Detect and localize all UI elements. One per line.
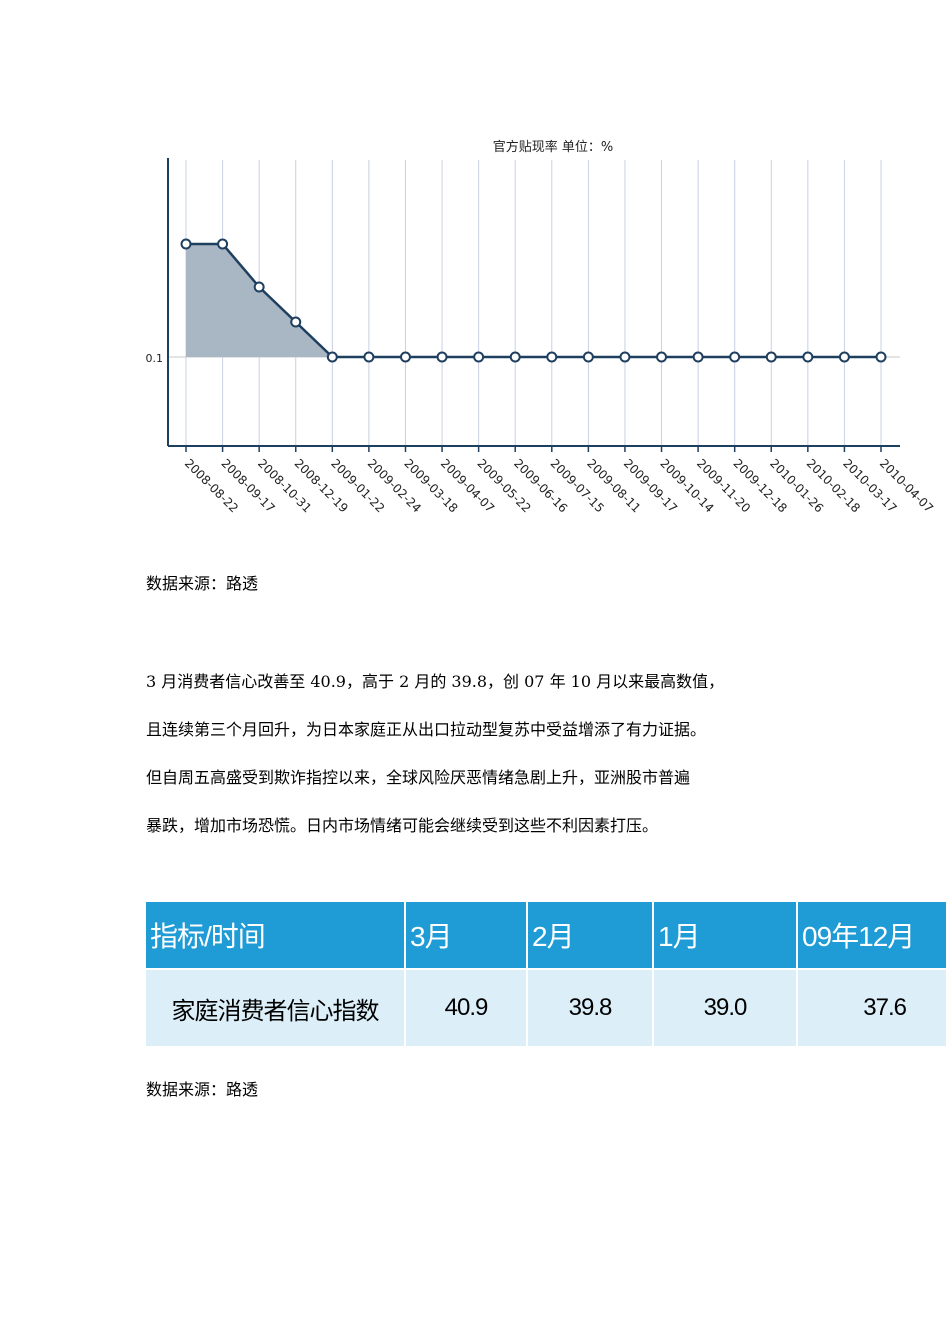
data-point (729, 351, 741, 363)
discount-rate-chart: 官方贴现率 单位：% 0.1 2008-08-222008-09-172008-… (146, 139, 937, 515)
data-point (253, 281, 265, 293)
paragraph-line: 且连续第三个月回升，为日本家庭正从出口拉动型复苏中受益增添了有力证据。 (146, 720, 707, 739)
series-area (186, 244, 881, 357)
data-point (582, 351, 594, 363)
data-point (363, 351, 375, 363)
data-source-note: 数据来源：路透 (146, 1080, 259, 1099)
paragraph-line: 但自周五高盛受到欺诈指控以来，全球风险厌恶情绪急剧上升，亚洲股市普遍 (146, 768, 691, 787)
data-point (765, 351, 777, 363)
table-row: 家庭消费者信心指数 40.9 39.8 39.0 37.6 (146, 968, 948, 1046)
data-point (399, 351, 411, 363)
data-point (473, 351, 485, 363)
consumer-confidence-table: 指标/时间 3月 2月 1月 09年12月 家庭消费者信心指数 40.9 39.… (146, 902, 948, 1046)
data-point (290, 316, 302, 328)
table-cell: 39.0 (653, 968, 798, 1046)
data-point (217, 238, 229, 250)
table-cell: 37.6 (797, 968, 948, 1046)
data-point (546, 351, 558, 363)
table-header: 3月 (405, 902, 528, 969)
data-point (436, 351, 448, 363)
paragraph-line: 暴跌，增加市场恐慌。日内市场情绪可能会继续受到这些不利因素打压。 (146, 816, 659, 835)
table-header: 指标/时间 (146, 902, 406, 969)
table-cell: 39.8 (527, 968, 654, 1046)
data-source-note: 数据来源：路透 (146, 574, 259, 593)
data-point (326, 351, 338, 363)
table-header-row: 指标/时间 3月 2月 1月 09年12月 (146, 902, 948, 969)
data-point (838, 351, 850, 363)
table-row-label: 家庭消费者信心指数 (146, 968, 406, 1046)
data-point (619, 351, 631, 363)
chart-title: 官方贴现率 单位：% (493, 139, 614, 155)
y-tick-label: 0.1 (146, 352, 164, 365)
table-header: 09年12月 (797, 902, 948, 969)
data-point (692, 351, 704, 363)
table-cell: 40.9 (405, 968, 528, 1046)
data-point (509, 351, 521, 363)
data-point (656, 351, 668, 363)
paragraph-line: 3 月消费者信心改善至 40.9，高于 2 月的 39.8，创 07 年 10 … (146, 672, 725, 691)
data-point (802, 351, 814, 363)
chart-grid (168, 160, 900, 446)
table-header: 1月 (653, 902, 798, 969)
data-point (875, 351, 887, 363)
data-point (180, 238, 192, 250)
body-paragraph: 3 月消费者信心改善至 40.9，高于 2 月的 39.8，创 07 年 10 … (146, 658, 846, 850)
table-header: 2月 (527, 902, 654, 969)
x-tick-labels: 2008-08-222008-09-172008-10-312008-12-19… (182, 446, 936, 515)
